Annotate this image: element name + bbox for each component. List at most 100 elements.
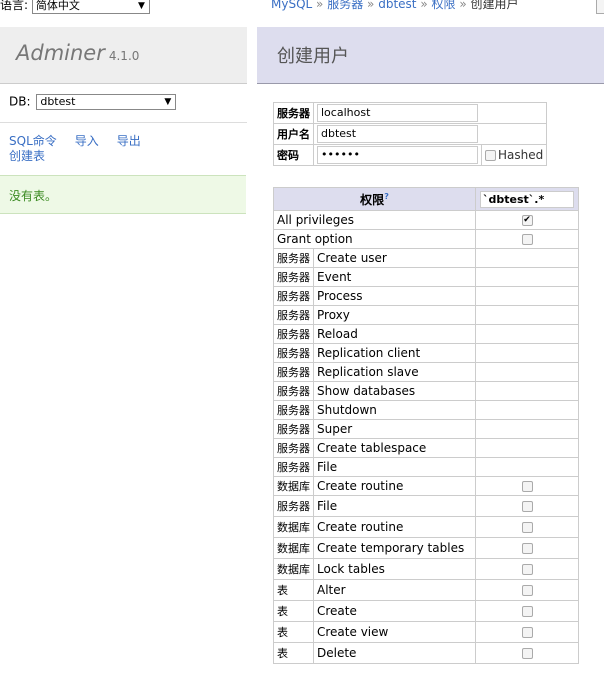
privilege-context: 表 <box>273 642 314 664</box>
privilege-context: 服务器 <box>273 362 314 382</box>
privilege-name: Create routine <box>313 476 476 496</box>
language-select[interactable]: 简体中文 ▼ <box>31 0 150 14</box>
privilege-name: Create view <box>313 621 476 643</box>
breadcrumb-item[interactable]: 权限 <box>432 0 456 11</box>
username-input[interactable]: dbtest <box>317 125 478 143</box>
privilege-checkbox[interactable] <box>521 606 533 617</box>
privilege-checkbox-cell <box>475 343 579 363</box>
breadcrumb-separator: » <box>367 0 375 11</box>
privileges-header: 权限? <box>273 187 476 211</box>
privileges-body: All privileges ✔ Grant option 服务器 Create use… <box>273 210 579 664</box>
create-table-link[interactable]: 创建表 <box>9 149 45 163</box>
language-selected-value: 简体中文 <box>35 0 80 12</box>
privilege-row: All privileges ✔ <box>273 210 579 230</box>
privilege-checkbox-cell <box>475 621 579 643</box>
logo[interactable]: Adminer 4.1.0 <box>16 41 139 65</box>
privilege-checkbox[interactable]: ✔ <box>521 215 533 226</box>
privileges-header-row: 权限? `dbtest`.* <box>273 187 579 211</box>
privilege-name: Show databases <box>313 381 476 401</box>
privilege-checkbox-cell <box>475 579 579 601</box>
breadcrumb-item[interactable]: 服务器 <box>327 0 363 11</box>
chevron-down-icon: ▼ <box>137 0 145 11</box>
privilege-checkbox[interactable] <box>521 234 533 245</box>
privilege-context: 服务器 <box>273 400 314 420</box>
privilege-context: 服务器 <box>273 419 314 439</box>
privilege-checkbox-cell <box>475 248 579 268</box>
export-link[interactable]: 导出 <box>117 134 141 148</box>
privilege-checkbox[interactable] <box>521 481 533 492</box>
privilege-context: 服务器 <box>273 457 314 477</box>
hashed-checkbox[interactable] <box>485 149 496 161</box>
privilege-name: Super <box>313 419 476 439</box>
privilege-name: Replication slave <box>313 362 476 382</box>
privilege-row: 服务器 Shutdown <box>273 400 579 420</box>
privilege-checkbox[interactable] <box>521 543 533 554</box>
privilege-row: 服务器 Process <box>273 286 579 306</box>
privilege-checkbox-cell <box>475 516 579 538</box>
privilege-row: Grant option <box>273 229 579 249</box>
breadcrumb-separator: » <box>420 0 428 11</box>
sidebar: 语言: 简体中文 ▼ Adminer 4.1.0 DB: dbtest ▼ SQL… <box>0 0 247 683</box>
breadcrumb-item[interactable]: dbtest <box>378 0 416 11</box>
privilege-checkbox[interactable] <box>521 564 533 575</box>
privilege-row: 服务器 Replication slave <box>273 362 579 382</box>
server-row: 服务器 localhost <box>273 102 548 124</box>
privilege-row: 服务器 Reload <box>273 324 579 344</box>
server-label: 服务器 <box>273 102 314 124</box>
privilege-context: 表 <box>273 579 314 601</box>
privilege-context: 服务器 <box>273 305 314 325</box>
privilege-checkbox[interactable] <box>521 585 533 596</box>
privilege-context: 数据库 <box>273 558 314 580</box>
privilege-name: Grant option <box>273 229 476 249</box>
version-label: 4.1.0 <box>108 49 140 63</box>
privilege-checkbox[interactable] <box>521 627 533 638</box>
privilege-checkbox[interactable] <box>521 522 533 533</box>
privilege-checkbox-cell: ✔ <box>475 210 579 230</box>
privilege-row: 服务器 Proxy <box>273 305 579 325</box>
db-selector: DB: dbtest ▼ <box>9 94 177 110</box>
privilege-context: 服务器 <box>273 267 314 287</box>
privilege-context: 表 <box>273 621 314 643</box>
privilege-row: 数据库 Create temporary tables <box>273 537 579 559</box>
no-tables-message: 没有表。 <box>0 175 246 214</box>
privilege-checkbox-cell <box>475 642 579 664</box>
privilege-checkbox[interactable] <box>521 501 533 512</box>
breadcrumb-item[interactable]: MySQL <box>271 0 312 11</box>
divider <box>0 122 247 123</box>
breadcrumb-current: 创建用户 <box>470 0 519 11</box>
server-cell: localhost <box>312 102 548 124</box>
language-label: 语言: <box>0 0 29 12</box>
breadcrumb: MySQL » 服务器 » dbtest » 权限 » 创建用户 <box>271 0 519 12</box>
privilege-context: 服务器 <box>273 381 314 401</box>
db-label: DB: <box>9 94 31 109</box>
user-form: 服务器 localhost 用户名 dbtest 密码 •••••• Hashe… <box>273 102 548 166</box>
privilege-checkbox-cell <box>475 495 579 517</box>
sidebar-links: SQL命令 导入 导出 创建表 <box>9 134 159 164</box>
privilege-row: 数据库 Create routine <box>273 516 579 538</box>
db-selected-value: dbtest <box>40 95 76 108</box>
privilege-name: File <box>313 495 476 517</box>
privilege-checkbox-cell <box>475 400 579 420</box>
privilege-name: All privileges <box>273 210 476 230</box>
db-scope-input[interactable]: `dbtest`.* <box>480 190 574 208</box>
hashed-label: Hashed <box>498 148 544 162</box>
privilege-checkbox-cell <box>475 537 579 559</box>
privilege-row: 服务器 Super <box>273 419 579 439</box>
help-link[interactable]: ? <box>384 192 389 201</box>
privilege-name: Create user <box>313 248 476 268</box>
privilege-row: 数据库 Create routine <box>273 476 579 496</box>
sql-command-link[interactable]: SQL命令 <box>9 134 57 148</box>
privilege-context: 服务器 <box>273 324 314 344</box>
privilege-checkbox[interactable] <box>521 648 533 659</box>
privilege-name: Reload <box>313 324 476 344</box>
db-select[interactable]: dbtest ▼ <box>36 94 177 110</box>
page-title: 创建用户 <box>277 46 349 67</box>
server-input[interactable]: localhost <box>317 104 478 122</box>
privilege-context: 服务器 <box>273 438 314 458</box>
checkmark-icon: ✔ <box>523 215 531 225</box>
privilege-context: 服务器 <box>273 248 314 268</box>
import-link[interactable]: 导入 <box>75 134 99 148</box>
password-cell: •••••• <box>313 144 482 166</box>
privilege-name: Create tablespace <box>313 438 476 458</box>
password-input[interactable]: •••••• <box>317 146 478 164</box>
